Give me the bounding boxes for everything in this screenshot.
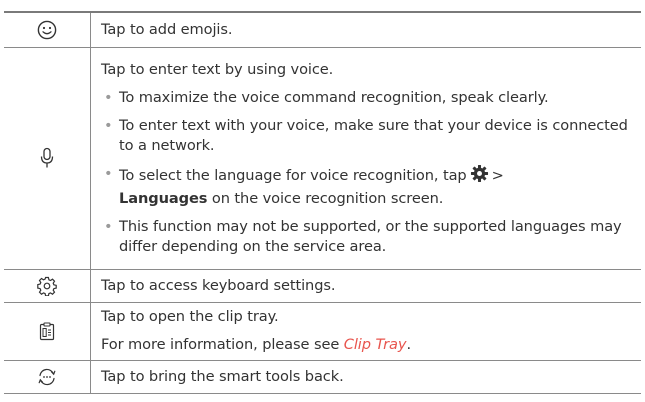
row-description: Tap to open the clip tray. bbox=[101, 308, 279, 325]
settings-icon bbox=[4, 268, 91, 303]
bullet-arrow: > bbox=[491, 166, 504, 184]
bullet-text: This function may not be supported, or t… bbox=[119, 217, 622, 255]
bullet-text: To maximize the voice command recognitio… bbox=[119, 88, 549, 106]
row-description: Tap to add emojis. bbox=[101, 20, 233, 38]
microphone-icon bbox=[4, 46, 91, 270]
table-row: Tap to open the clip tray. For more info… bbox=[4, 301, 641, 361]
table-row: Tap to add emojis. bbox=[4, 11, 641, 48]
row-description: Tap to access keyboard settings. bbox=[101, 276, 336, 294]
table-row: Tap to enter text by using voice. • To ma… bbox=[4, 46, 641, 270]
bullet-bold-term: Languages bbox=[119, 189, 208, 207]
more-info-text: For more information, please see bbox=[101, 336, 340, 353]
clip-tray-link[interactable]: Clip Tray bbox=[344, 336, 407, 353]
bullet-text: To select the language for voice recogni… bbox=[119, 166, 467, 184]
table-row: Tap to access keyboard settings. bbox=[4, 268, 641, 303]
more-info: For more information, please see Clip Tr… bbox=[101, 331, 635, 359]
bullet-marker: • bbox=[104, 164, 113, 182]
bullet-item: • To maximize the voice command recogniti… bbox=[101, 84, 635, 112]
emoji-icon bbox=[4, 11, 91, 48]
gear-icon bbox=[470, 164, 489, 189]
bullet-marker: • bbox=[104, 88, 113, 106]
clip-tray-icon bbox=[4, 301, 91, 361]
table-row: Tap to bring the smart tools back. bbox=[4, 359, 641, 394]
bullet-item: • To enter text with your voice, make sur… bbox=[101, 112, 635, 160]
feature-table: Tap to add emojis. Tap to enter text by … bbox=[4, 11, 641, 394]
bullet-item: • To select the language for voice recogn… bbox=[101, 160, 635, 213]
bullet-item: • This function may not be supported, or … bbox=[101, 213, 635, 261]
smart-tools-icon bbox=[4, 359, 91, 394]
bullet-marker: • bbox=[104, 217, 113, 235]
more-info-period: . bbox=[406, 336, 411, 353]
bullet-text: To enter text with your voice, make sure… bbox=[119, 116, 628, 154]
row-description: Tap to bring the smart tools back. bbox=[101, 367, 344, 385]
bullet-text-tail: on the voice recognition screen. bbox=[211, 189, 444, 207]
bullet-marker: • bbox=[104, 116, 113, 134]
row-description: Tap to enter text by using voice. bbox=[101, 60, 334, 78]
